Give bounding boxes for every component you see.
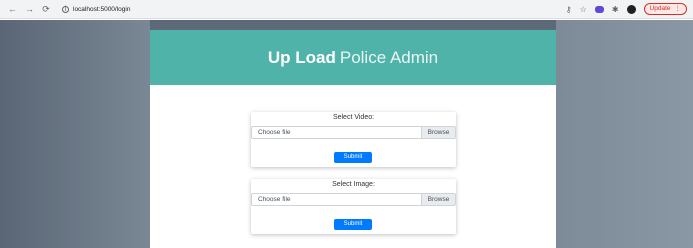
image-file-label: Choose file [258,196,291,203]
more-icon: ⋮ [674,5,682,12]
update-button[interactable]: Update ⋮ [643,3,687,15]
right-background-shade [556,20,693,248]
header-banner: Up Load Police Admin [150,30,556,85]
puzzle-icon[interactable]: ✱ [612,5,619,14]
video-file-label: Choose file [258,129,291,136]
image-submit-button[interactable]: Submit [334,219,372,230]
forward-icon[interactable]: → [25,4,34,14]
video-submit-button[interactable]: Submit [334,152,372,163]
reload-icon[interactable]: ⟳ [42,4,50,15]
extension-icon[interactable] [594,5,604,13]
video-form-title: Select Video: [332,114,375,121]
browser-toolbar: ← → ⟳ i localhost:5000/login ⚷ ☆ ✱ Updat… [0,0,693,19]
brand-subtitle: Police Admin [339,47,439,67]
video-browse-button[interactable]: Browse [421,127,455,138]
brand-title: Up Load [267,47,336,67]
image-form-title: Select Image: [332,181,375,188]
video-upload-form: Select Video: Choose file Browse Submit [251,112,456,167]
nav-buttons: ← → ⟳ [8,4,50,15]
site-info-icon[interactable]: i [62,5,69,13]
key-icon[interactable]: ⚷ [566,5,572,14]
upload-panel: Up Load Police Admin Select Video: Choos… [150,30,556,248]
image-browse-button[interactable]: Browse [421,194,455,205]
address-bar[interactable]: i localhost:5000/login [62,3,130,16]
update-label: Update [649,5,671,12]
profile-avatar[interactable] [626,4,636,14]
back-icon[interactable]: ← [8,4,17,14]
address-url: localhost:5000/login [73,5,131,13]
left-background-shade [0,20,150,248]
star-icon[interactable]: ☆ [580,5,587,14]
toolbar-right: ⚷ ☆ ✱ Update ⋮ [566,3,687,15]
image-file-input[interactable]: Choose file Browse [251,193,456,206]
image-upload-form: Select Image: Choose file Browse Submit [251,179,456,234]
video-file-input[interactable]: Choose file Browse [251,126,456,139]
